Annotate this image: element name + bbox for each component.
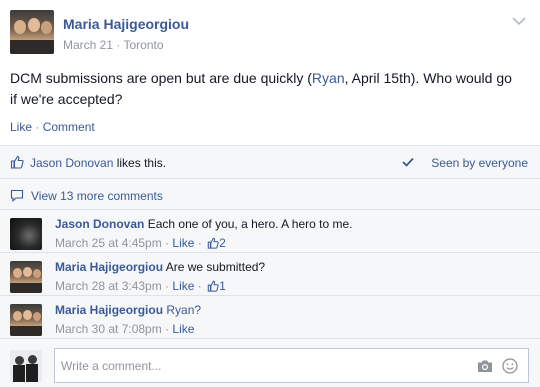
comments-section: Jason Donovan likes this. Seen by everyo… (0, 145, 540, 387)
comment-item: Maria Hajigeorgiou Ryan? March 30 at 7:0… (0, 296, 540, 339)
thumbs-up-icon[interactable] (207, 237, 219, 249)
mention-link[interactable]: Ryan? (166, 303, 201, 317)
author-avatar[interactable] (10, 10, 54, 54)
commenter-name-link[interactable]: Maria Hajigeorgiou (55, 260, 163, 274)
comment-bubble-icon (10, 189, 24, 202)
chevron-down-icon[interactable] (512, 16, 526, 26)
comment-timestamp-link[interactable]: March 30 at 7:08pm (55, 322, 162, 336)
comment-like-button[interactable]: Like (172, 236, 194, 250)
camera-icon[interactable] (477, 359, 493, 373)
comment-composer: Write a comment... (0, 345, 540, 387)
comment-text: Maria Hajigeorgiou Ryan? (55, 303, 201, 317)
comment-text: Maria Hajigeorgiou Are we submitted? (55, 260, 266, 274)
feed-story: Maria Hajigeorgiou March 21 · Toronto DC… (0, 0, 540, 387)
comment-like-count[interactable]: 1 (219, 279, 226, 293)
story-header: Maria Hajigeorgiou March 21 · Toronto (10, 10, 530, 58)
commenter-avatar[interactable] (10, 261, 42, 293)
commenter-avatar[interactable] (10, 304, 42, 336)
commenter-name-link[interactable]: Maria Hajigeorgiou (55, 303, 163, 317)
comment-button[interactable]: Comment (43, 120, 95, 134)
comment-meta: March 25 at 4:45pm · Like · 2 (55, 236, 226, 250)
comment-timestamp-link[interactable]: March 25 at 4:45pm (55, 236, 162, 250)
post-meta: March 21 · Toronto (63, 38, 164, 52)
like-button[interactable]: Like (10, 120, 32, 134)
comment-item: Jason Donovan Each one of you, a hero. A… (0, 210, 540, 253)
comment-like-button[interactable]: Like (172, 322, 194, 336)
commenter-name-link[interactable]: Jason Donovan (55, 217, 144, 231)
comment-item: Maria Hajigeorgiou Are we submitted? Mar… (0, 253, 540, 296)
comment-input-placeholder: Write a comment... (61, 359, 162, 373)
post-body: DCM submissions are open but are due qui… (10, 70, 512, 107)
comment-meta: March 30 at 7:08pm · Like (55, 322, 195, 336)
post-date-link[interactable]: March 21 (63, 38, 113, 52)
view-more-comments[interactable]: View 13 more comments (0, 179, 540, 210)
comment-input[interactable]: Write a comment... (54, 348, 529, 383)
comment-text: Jason Donovan Each one of you, a hero. A… (55, 217, 353, 231)
current-user-avatar[interactable] (10, 350, 42, 382)
checkmark-icon (402, 157, 414, 167)
comment-timestamp-link[interactable]: March 28 at 3:43pm (55, 279, 162, 293)
comment-like-count[interactable]: 2 (219, 236, 226, 250)
thumbs-up-icon[interactable] (207, 280, 219, 292)
likes-summary: Jason Donovan likes this. Seen by everyo… (0, 146, 540, 179)
comment-like-button[interactable]: Like (172, 279, 194, 293)
thumbs-up-icon (10, 155, 24, 169)
post-location-link[interactable]: Toronto (123, 38, 163, 52)
emoji-icon[interactable] (502, 358, 518, 374)
comment-meta: March 28 at 3:43pm · Like · 1 (55, 279, 226, 293)
mention-link[interactable]: Ryan (312, 70, 345, 86)
author-name-link[interactable]: Maria Hajigeorgiou (63, 16, 189, 32)
view-more-comments-link[interactable]: View 13 more comments (31, 189, 163, 203)
commenter-avatar[interactable] (10, 218, 42, 250)
likes-text: Jason Donovan likes this. (30, 156, 167, 170)
seen-by-link[interactable]: Seen by everyone (431, 156, 528, 170)
liker-link[interactable]: Jason Donovan (30, 156, 113, 170)
post-actions: Like · Comment (10, 120, 95, 134)
